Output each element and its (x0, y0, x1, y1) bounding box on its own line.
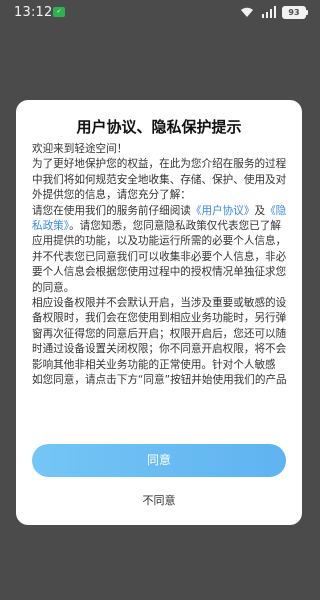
wifi-icon (241, 7, 253, 17)
agree-button[interactable]: 同意 (32, 444, 286, 477)
consent-paragraph: 如您同意，请点击下方“同意”按钮并始使用我们的产品 (32, 374, 287, 387)
status-indicators: 93 (240, 5, 308, 19)
status-bar: 13:12 ✓ 93 (0, 0, 320, 24)
disagree-button[interactable]: 不同意 (16, 490, 302, 512)
status-time: 13:12 (14, 5, 53, 20)
policy-text-before: 请您在使用我们的服务前仔细阅读 (32, 204, 191, 217)
battery-level: 93 (288, 7, 300, 17)
dialog-title: 用户协议、隐私保护提示 (76, 118, 242, 136)
privacy-dialog: 用户协议、隐私保护提示 欢迎来到轻途空间！ 为了更好地保护您的权益，在此为您介绍… (16, 100, 302, 525)
dialog-content[interactable]: 欢迎来到轻途空间！ 为了更好地保护您的权益，在此为您介绍在服务的过程中我们将如何… (32, 142, 288, 472)
permission-paragraph: 相应设备权限并不会默认开启，当涉及重要或敏感的设备权限时，我们会在您使用到相应业… (32, 297, 287, 371)
signal-icon (262, 6, 276, 18)
policy-paragraph: 请您在使用我们的服务前仔细阅读《用户协议》及《隐私政策》。请您知悉，您同意隐私政… (32, 204, 288, 296)
notification-app-icon: ✓ (53, 7, 65, 17)
intro-paragraph: 为了更好地保护您的权益，在此为您介绍在服务的过程中我们将如何规范安全地收集、存储… (32, 158, 287, 202)
battery-icon: 93 (282, 5, 308, 19)
policy-text-and: 及 (254, 204, 266, 217)
welcome-text: 欢迎来到轻途空间！ (32, 143, 128, 155)
policy-text-after: 。请您知悉，您同意隐私政策仅代表您已了解应用提供的功能，以及功能运行所需的必要个… (32, 220, 287, 294)
user-agreement-link[interactable]: 《用户协议》 (191, 205, 255, 217)
